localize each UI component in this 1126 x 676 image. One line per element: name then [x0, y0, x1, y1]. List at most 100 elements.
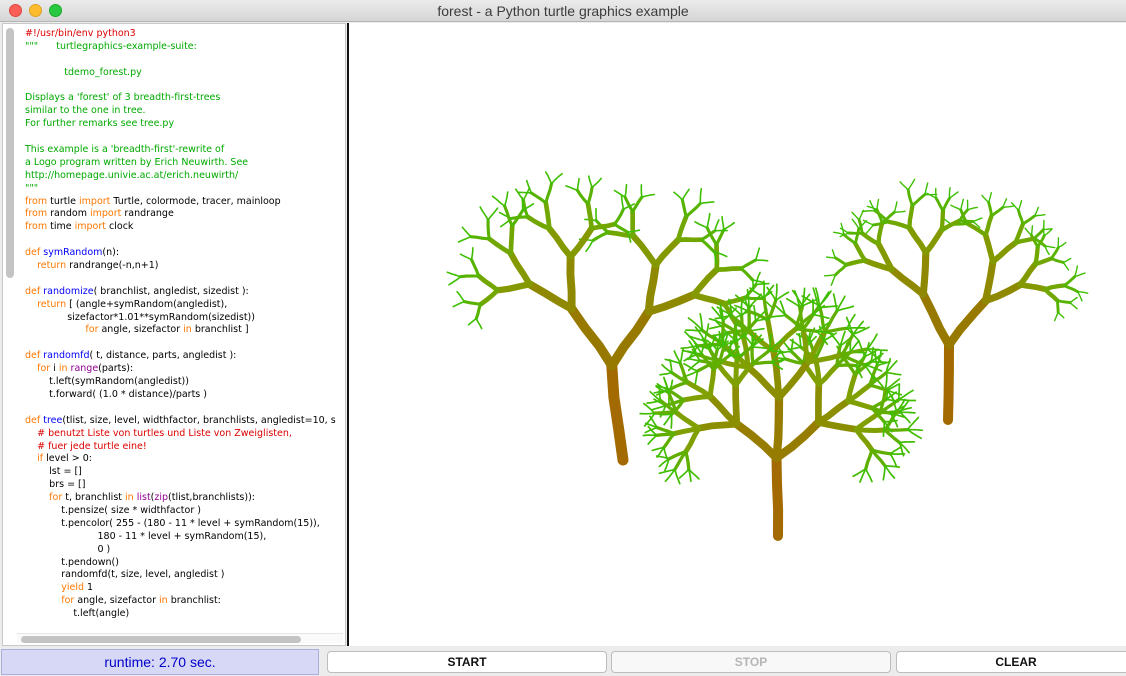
tree-2-branch [647, 434, 658, 445]
turtle-canvas[interactable] [351, 23, 1126, 646]
tree-2-branch [906, 416, 920, 431]
tree-1-branch [652, 236, 682, 269]
code-line: def tree(tlist, size, level, widthfactor… [25, 414, 336, 426]
tree-1-branch [591, 230, 610, 243]
tree-3-branch [893, 210, 906, 213]
tree-1-branch [673, 191, 684, 201]
tree-3-branch [1033, 244, 1040, 267]
tree-3-branch [833, 231, 845, 236]
app-window: forest - a Python turtle graphics exampl… [0, 0, 1126, 676]
tree-3-branch [1033, 206, 1039, 217]
tree-1-branch [566, 304, 617, 371]
code-line: return randrange(-n,n+1) [37, 260, 159, 272]
tree-3-branch [943, 340, 954, 425]
tree-3-branch [1057, 311, 1065, 319]
start-button[interactable]: START [327, 651, 607, 673]
horizontal-scrollbar-track[interactable] [17, 633, 343, 643]
vertical-scrollbar[interactable] [6, 28, 14, 278]
tree-1-branch [699, 238, 716, 254]
tree-1-branch [456, 290, 466, 303]
tree-2-branch [897, 398, 917, 402]
tree-3-branch [958, 219, 975, 223]
tree-2-branch [866, 348, 888, 352]
tree-3-branch [1043, 229, 1052, 237]
code-line: t.pendown() [25, 556, 119, 568]
tree-2-branch [707, 367, 717, 399]
tree-3-branch [869, 200, 876, 212]
tree-1-branch [459, 253, 473, 261]
tree-3-branch [1053, 311, 1059, 322]
tree-1-branch [585, 239, 594, 253]
tree-2-branch [845, 398, 875, 411]
tree-1-branch [508, 223, 515, 256]
code-line: t.left(symRandom(angledist)) [25, 376, 189, 388]
code-line: t.left(angle) [25, 608, 130, 620]
tree-2-branch [673, 409, 702, 431]
stop-button[interactable]: STOP [611, 651, 891, 673]
tree-1-branch [507, 250, 533, 288]
tree-3-branch [934, 196, 945, 213]
code-line: similar to the one in tree. [25, 105, 146, 117]
tree-3-branch [1042, 287, 1060, 303]
tree-1-branch [575, 188, 590, 206]
tree-3-branch [1017, 200, 1023, 212]
tree-3-branch [1042, 228, 1053, 231]
tree-3-branch [981, 194, 990, 204]
tree-3-branch [858, 209, 865, 221]
tree-1-branch [475, 317, 483, 330]
code-line: #!/usr/bin/env python3 [25, 28, 136, 39]
tree-3-branch [1049, 246, 1060, 260]
tree-3-branch [988, 192, 992, 204]
tree-1-branch [613, 189, 626, 198]
code-line: tdemo_forest.py [25, 66, 142, 78]
tree-3-branch [885, 219, 912, 230]
tree-3-branch [907, 178, 916, 191]
tree-3-branch [990, 206, 1005, 218]
tree-1-branch [479, 206, 489, 221]
clear-button[interactable]: CLEAR [896, 651, 1126, 673]
tree-3-branch [1042, 283, 1067, 292]
tree-2-branch [782, 341, 793, 353]
tree-3-branch [833, 256, 848, 267]
tree-1-branch [476, 273, 501, 293]
tree-2-branch [751, 346, 768, 350]
tree-3-branch [834, 263, 848, 277]
tree-3-branch [876, 198, 880, 211]
code-line: return [ (angle+symRandom(angledist), [37, 298, 228, 310]
tree-1-branch [755, 271, 761, 286]
horizontal-scrollbar[interactable] [21, 636, 301, 643]
code-line: For further remarks see tree.py [25, 118, 175, 130]
tree-1-branch [448, 275, 462, 286]
tree-3-branch [939, 208, 946, 232]
code-line: for t, branchlist in list(zip(tlist,bran… [49, 492, 255, 504]
tree-1-branch [474, 302, 482, 321]
title-bar: forest - a Python turtle graphics exampl… [0, 0, 1126, 22]
code-line: """ [25, 182, 39, 194]
tree-3-branch [1062, 284, 1080, 294]
source-code-panel[interactable]: #!/usr/bin/env python3 """ turtlegraphics… [2, 23, 346, 646]
tree-1-branch [469, 235, 491, 241]
tree-1-branch [754, 247, 761, 261]
tree-2-branch [815, 419, 860, 433]
tree-3-branch [1062, 261, 1070, 271]
tree-2-branch [658, 384, 662, 402]
tree-1-branch [714, 228, 726, 247]
tree-1-branch [467, 317, 478, 326]
tree-2-branch [816, 363, 840, 387]
tree-1-branch [588, 175, 593, 189]
tree-1-branch [606, 360, 629, 466]
tree-2-branch [772, 418, 823, 463]
code-line: t.forward( (1.0 * distance)/parts ) [25, 388, 207, 400]
tree-3-branch [948, 187, 951, 199]
tree-1-branch [545, 171, 553, 185]
tree-1-branch [452, 300, 466, 308]
tree-1-branch [750, 327, 765, 332]
tree-3-branch [1024, 227, 1033, 236]
tree-2-branch [678, 468, 690, 479]
tree-3-branch [950, 204, 962, 211]
tree-1-branch [491, 195, 506, 207]
tree-2-branch [870, 397, 889, 410]
tree-2-branch [674, 468, 681, 485]
